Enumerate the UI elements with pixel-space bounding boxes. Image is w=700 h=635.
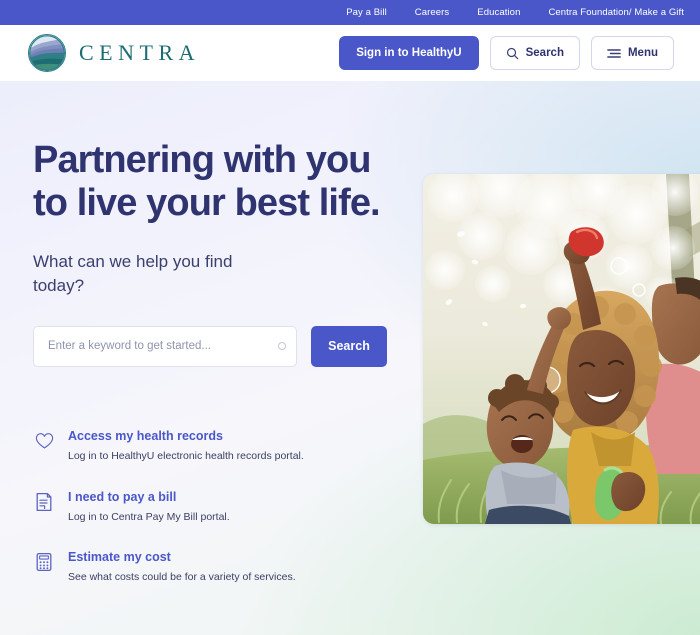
quick-link-description: Log in to Centra Pay My Bill portal. [68,510,230,523]
centra-circle-landscape-logo-icon [28,34,66,72]
hero-search-field[interactable] [33,325,297,367]
circle-icon [278,342,286,351]
quick-link-title: Estimate my cost [68,550,171,565]
calculator-icon [33,551,55,573]
quick-link-description: Log in to HealthyU electronic health rec… [68,450,304,462]
topbar-link-careers[interactable]: Careers [415,7,450,18]
quick-link-estimate-cost[interactable]: Estimate my cost See what costs could be… [33,550,403,585]
topbar-link-pay-a-bill[interactable]: Pay a Bill [346,7,387,18]
sign-in-label: Sign in to HealthyU [356,47,462,59]
brand-logo-link[interactable]: CENTRA [28,34,200,72]
search-icon [506,47,519,60]
menu-button[interactable]: Menu [590,36,674,70]
hamburger-menu-icon [607,48,621,59]
heart-icon [33,430,55,452]
quick-link-health-records[interactable]: Access my health records Log in to Healt… [33,429,403,464]
topbar-link-foundation[interactable]: Centra Foundation/ Make a Gift [548,7,684,18]
header-actions: Sign in to HealthyU Search Menu [339,36,674,70]
search-button[interactable]: Search [489,36,580,70]
hero-search-row: Search [33,325,393,367]
page-title: Partnering with you to live your best li… [33,139,381,224]
quick-link-title: Access my health records [68,429,223,443]
search-button-label: Search [525,47,564,59]
utility-topbar: Pay a Bill Careers Education Centra Foun… [0,0,700,25]
quick-link-pay-a-bill[interactable]: I need to pay a bill Log in to Centra Pa… [33,490,403,525]
menu-button-label: Menu [627,47,658,59]
hero-image [423,174,700,524]
quick-links-list: Access my health records Log in to Healt… [33,429,403,585]
topbar-link-education[interactable]: Education [477,7,520,18]
brand-wordmark: CENTRA [79,40,200,65]
hero-section: Partnering with you to live your best li… [0,81,700,635]
hero-copy: Partnering with you to live your best li… [33,139,393,367]
site-header: CENTRA Sign in to HealthyU Search Menu [0,25,700,81]
sign-in-healthyu-button[interactable]: Sign in to HealthyU [339,36,479,70]
page-root: Pay a Bill Careers Education Centra Foun… [0,0,700,635]
hero-search-submit-button[interactable]: Search [311,325,387,367]
search-input[interactable] [48,340,268,353]
quick-link-description: See what costs could be for a variety of… [68,571,296,584]
hero-subheading: What can we help you find today? [33,252,233,295]
quick-link-title: I need to pay a bill [68,489,177,504]
document-bill-icon [33,491,55,513]
